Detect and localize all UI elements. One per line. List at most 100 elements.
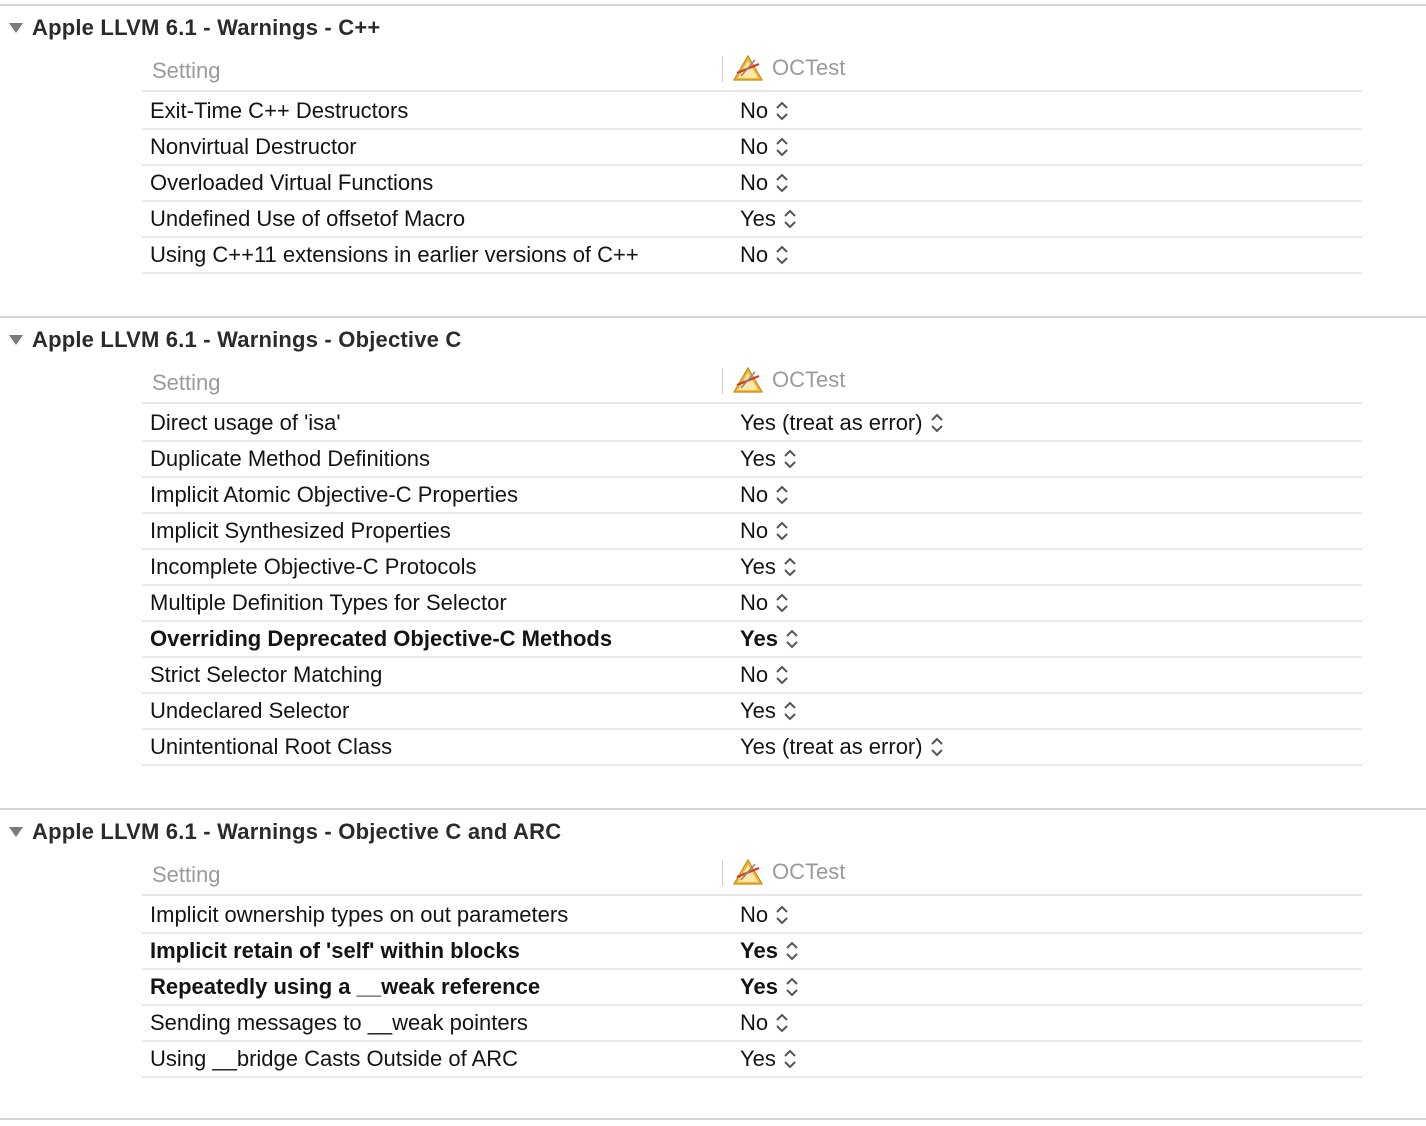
popup-arrows-icon [775, 484, 789, 506]
setting-name: Repeatedly using a __weak reference [150, 974, 541, 999]
popup-arrows-icon [775, 664, 789, 686]
table-row[interactable]: Implicit Atomic Objective-C Properties N… [142, 478, 1362, 514]
table-row[interactable]: Using C++11 extensions in earlier versio… [142, 238, 1362, 274]
popup-arrows-icon [775, 244, 789, 266]
setting-value-popup[interactable]: No [740, 98, 789, 124]
setting-value-popup[interactable]: No [740, 590, 789, 616]
table-row[interactable]: Incomplete Objective-C Protocols Yes [142, 550, 1362, 586]
setting-name: Implicit retain of 'self' within blocks [150, 938, 520, 963]
setting-value: No [740, 242, 769, 267]
popup-arrows-icon [775, 520, 789, 542]
settings-table-objc: Direct usage of 'isa' Yes (treat as erro… [142, 406, 1362, 766]
xcode-target-icon [732, 366, 764, 393]
setting-name: Sending messages to __weak pointers [150, 1010, 528, 1035]
popup-arrows-icon [785, 940, 799, 962]
xcode-target-icon [732, 858, 764, 885]
table-row[interactable]: Undefined Use of offsetof Macro Yes [142, 202, 1362, 238]
setting-value: Yes [740, 206, 776, 231]
popup-arrows-icon [930, 412, 944, 434]
setting-name: Overloaded Virtual Functions [150, 170, 434, 195]
setting-value-popup[interactable]: No [740, 170, 789, 196]
setting-value-popup[interactable]: Yes [740, 626, 799, 652]
settings-table-objc-arc: Implicit ownership types on out paramete… [142, 898, 1362, 1078]
table-row[interactable]: Implicit ownership types on out paramete… [142, 898, 1362, 934]
setting-name: Implicit Atomic Objective-C Properties [150, 482, 518, 507]
setting-name: Using C++11 extensions in earlier versio… [150, 242, 639, 267]
section-header-objc[interactable]: Apple LLVM 6.1 - Warnings - Objective C [0, 324, 462, 356]
setting-value-popup[interactable]: Yes [740, 698, 797, 724]
setting-name: Overriding Deprecated Objective-C Method… [150, 626, 613, 651]
popup-arrows-icon [775, 100, 789, 122]
setting-value-popup[interactable]: Yes [740, 554, 797, 580]
target-column: OCTest [732, 858, 845, 886]
table-row[interactable]: Sending messages to __weak pointers No [142, 1006, 1362, 1042]
table-row[interactable]: Direct usage of 'isa' Yes (treat as erro… [142, 406, 1362, 442]
section-title: Apple LLVM 6.1 - Warnings - Objective C [32, 327, 462, 352]
column-header: Setting OCTest [142, 50, 1362, 92]
table-row[interactable]: Strict Selector Matching No [142, 658, 1362, 694]
column-header: Setting OCTest [142, 854, 1362, 896]
setting-name: Implicit Synthesized Properties [150, 518, 451, 543]
popup-arrows-icon [785, 628, 799, 650]
setting-value-popup[interactable]: Yes [740, 1046, 797, 1072]
setting-value: Yes [740, 974, 778, 999]
setting-value-popup[interactable]: No [740, 902, 789, 928]
popup-arrows-icon [775, 136, 789, 158]
table-row[interactable]: Using __bridge Casts Outside of ARC Yes [142, 1042, 1362, 1078]
disclosure-triangle-icon[interactable] [0, 22, 32, 34]
popup-arrows-icon [783, 1048, 797, 1070]
popup-arrows-icon [785, 976, 799, 998]
table-row[interactable]: Exit-Time C++ Destructors No [142, 94, 1362, 130]
setting-name: Undeclared Selector [150, 698, 350, 723]
table-row[interactable]: Overriding Deprecated Objective-C Method… [142, 622, 1362, 658]
setting-value-popup[interactable]: No [740, 134, 789, 160]
setting-value-popup[interactable]: Yes [740, 446, 797, 472]
setting-value-popup[interactable]: Yes [740, 206, 797, 232]
table-row[interactable]: Nonvirtual Destructor No [142, 130, 1362, 166]
setting-value: No [740, 518, 769, 543]
column-divider[interactable] [722, 368, 723, 394]
header-underline [142, 402, 1362, 404]
setting-name: Nonvirtual Destructor [150, 134, 357, 159]
popup-arrows-icon [775, 904, 789, 926]
setting-value: Yes (treat as error) [740, 410, 923, 435]
setting-value-popup[interactable]: Yes [740, 974, 799, 1000]
section-header-cpp[interactable]: Apple LLVM 6.1 - Warnings - C++ [0, 12, 380, 44]
disclosure-triangle-icon[interactable] [0, 334, 32, 346]
section-title: Apple LLVM 6.1 - Warnings - C++ [32, 15, 381, 40]
setting-value-popup[interactable]: No [740, 518, 789, 544]
setting-value: Yes [740, 698, 776, 723]
setting-value-popup[interactable]: No [740, 1010, 789, 1036]
setting-value: No [740, 590, 769, 615]
setting-value-popup[interactable]: No [740, 242, 789, 268]
table-row[interactable]: Overloaded Virtual Functions No [142, 166, 1362, 202]
setting-value-popup[interactable]: Yes [740, 938, 799, 964]
column-divider[interactable] [722, 860, 723, 886]
target-label: OCTest [772, 367, 846, 392]
table-row[interactable]: Repeatedly using a __weak reference Yes [142, 970, 1362, 1006]
table-row[interactable]: Duplicate Method Definitions Yes [142, 442, 1362, 478]
setting-value: Yes [740, 554, 776, 579]
setting-value-popup[interactable]: No [740, 482, 789, 508]
popup-arrows-icon [775, 172, 789, 194]
table-row[interactable]: Undeclared Selector Yes [142, 694, 1362, 730]
setting-name: Implicit ownership types on out paramete… [150, 902, 569, 927]
setting-value: No [740, 134, 769, 159]
xcode-target-icon [732, 54, 764, 81]
popup-arrows-icon [783, 448, 797, 470]
table-row[interactable]: Unintentional Root Class Yes (treat as e… [142, 730, 1362, 766]
table-row[interactable]: Multiple Definition Types for Selector N… [142, 586, 1362, 622]
table-row[interactable]: Implicit Synthesized Properties No [142, 514, 1362, 550]
setting-value-popup[interactable]: Yes (treat as error) [740, 734, 944, 760]
table-row[interactable]: Implicit retain of 'self' within blocks … [142, 934, 1362, 970]
setting-value-popup[interactable]: No [740, 662, 789, 688]
section-header-objc-arc[interactable]: Apple LLVM 6.1 - Warnings - Objective C … [0, 816, 561, 848]
disclosure-triangle-icon[interactable] [0, 826, 32, 838]
setting-value: Yes [740, 938, 778, 963]
setting-value-popup[interactable]: Yes (treat as error) [740, 410, 944, 436]
setting-value: No [740, 662, 769, 687]
setting-value: Yes (treat as error) [740, 734, 923, 759]
target-column: OCTest [732, 54, 845, 82]
setting-column-label: Setting [152, 58, 221, 83]
column-divider[interactable] [722, 56, 723, 82]
